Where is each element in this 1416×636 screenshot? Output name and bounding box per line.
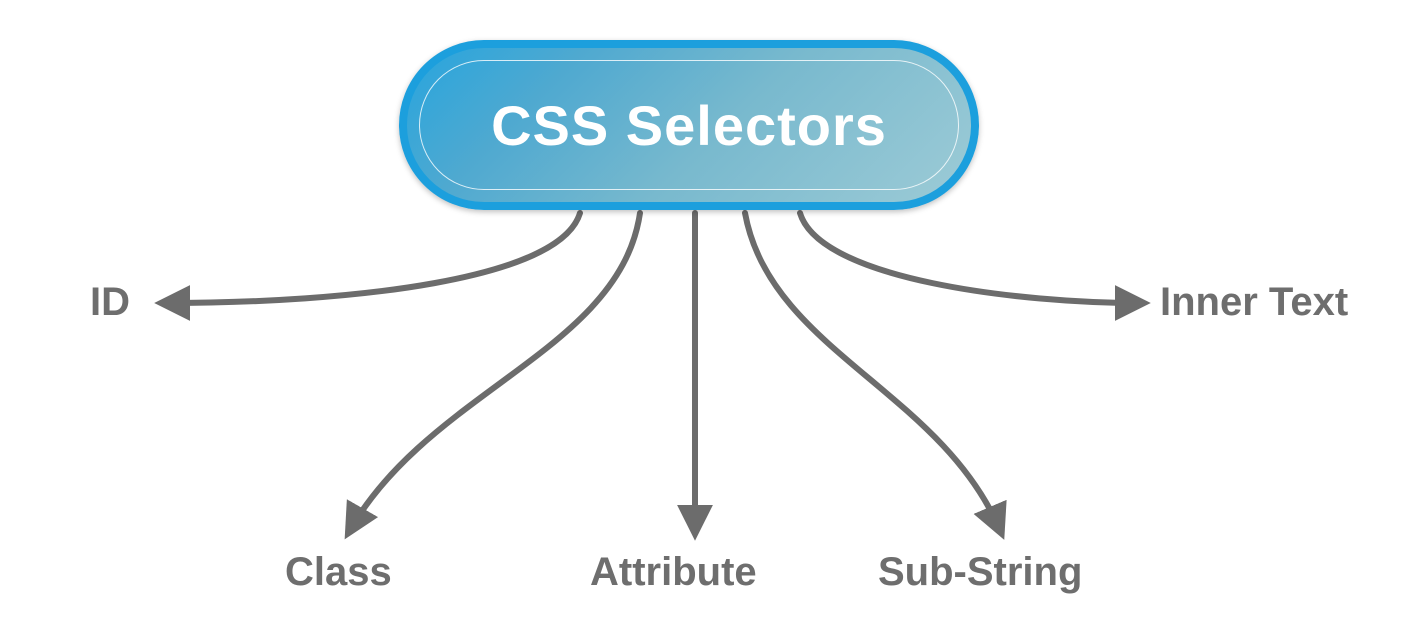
branch-label-class: Class	[285, 550, 392, 595]
arrow-to-id	[165, 213, 580, 303]
branch-label-substring: Sub-String	[878, 550, 1082, 595]
root-node: CSS Selectors	[399, 40, 979, 210]
arrow-to-class	[350, 213, 640, 530]
diagram-canvas: CSS Selectors ID Inner Text Class Attrib…	[0, 0, 1416, 636]
arrow-to-innertext	[800, 213, 1140, 303]
arrow-to-substring	[745, 213, 1000, 530]
root-node-title: CSS Selectors	[491, 93, 887, 158]
branch-label-innertext: Inner Text	[1160, 280, 1348, 325]
branch-label-id: ID	[90, 280, 130, 325]
branch-label-attribute: Attribute	[590, 550, 757, 595]
